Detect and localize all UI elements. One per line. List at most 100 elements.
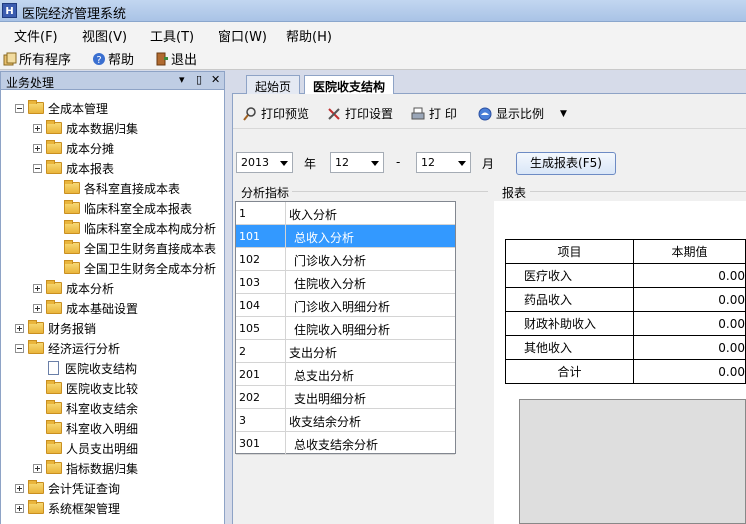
tree-node[interactable]: 成本报表: [33, 159, 114, 177]
collapse-icon[interactable]: [33, 163, 42, 173]
expand-icon[interactable]: [15, 483, 24, 493]
menu-file[interactable]: 文件(F): [14, 26, 58, 45]
indicator-row[interactable]: 2 支出分析: [236, 340, 455, 363]
collapse-icon[interactable]: [15, 103, 24, 113]
tree-node[interactable]: 财务报销: [15, 319, 96, 337]
indicator-row[interactable]: 301 总收支结余分析: [236, 432, 455, 455]
month-to-select[interactable]: 12: [416, 152, 471, 173]
tree-node[interactable]: 会计凭证查询: [15, 479, 120, 497]
expand-icon[interactable]: [15, 323, 24, 333]
chevron-down-icon: [280, 161, 288, 166]
indicator-row[interactable]: 105 住院收入明细分析: [236, 317, 455, 340]
menu-tools[interactable]: 工具(T): [150, 26, 194, 45]
zoom-label: 显示比例: [496, 107, 545, 121]
indicator-row[interactable]: 101 总收入分析: [236, 225, 455, 248]
folder-icon: [28, 480, 44, 494]
panel-close-icon[interactable]: ✕: [211, 73, 220, 86]
indicator-row[interactable]: 102 门诊收入分析: [236, 248, 455, 271]
tree-node[interactable]: 经济运行分析: [15, 339, 120, 357]
report-value-cell: 0.00: [633, 311, 746, 336]
exit-label: 退出: [171, 53, 198, 68]
tree-node[interactable]: 成本分析: [33, 279, 114, 297]
business-tree: 全成本管理成本数据归集 成本分摊成本报表各科室直接成本表 临床科室全成本报表临床科室…: [0, 90, 225, 524]
folder-icon: [64, 240, 80, 254]
tree-node[interactable]: 成本基础设置: [33, 299, 138, 317]
menu-view[interactable]: 视图(V): [82, 26, 127, 45]
exit-button[interactable]: 退出: [155, 49, 197, 68]
tree-node[interactable]: 成本数据归集: [33, 119, 138, 137]
generate-report-button[interactable]: 生成报表(F5): [516, 152, 616, 175]
menu-window[interactable]: 窗口(W): [218, 26, 267, 45]
menu-help[interactable]: 帮助(H): [286, 26, 332, 45]
zoom-dropdown-icon[interactable]: ▼: [560, 109, 567, 119]
menu-bar: 文件(F) 视图(V) 工具(T) 窗口(W) 帮助(H): [0, 22, 746, 46]
indicator-row[interactable]: 202 支出明细分析: [236, 386, 455, 409]
indicator-row[interactable]: 104 门诊收入明细分析: [236, 294, 455, 317]
year-select[interactable]: 2013: [236, 152, 293, 173]
year-value: 2013: [241, 156, 269, 169]
indicator-row[interactable]: 201 总支出分析: [236, 363, 455, 386]
tree-node[interactable]: 各科室直接成本表: [64, 179, 180, 197]
indicator-code: 104: [236, 294, 286, 317]
collapse-icon[interactable]: [15, 343, 24, 353]
folder-icon: [28, 340, 44, 354]
expand-icon[interactable]: [33, 123, 42, 133]
print-button[interactable]: 打 印: [411, 105, 457, 122]
column-header-item: 项目: [505, 239, 634, 264]
report-value-cell: 0.00: [633, 359, 746, 384]
tree-node[interactable]: 医院收支结构: [46, 359, 137, 377]
report-preview-area: [519, 399, 746, 524]
tree-node[interactable]: 科室收入明细: [46, 419, 138, 437]
panel-dropdown-icon[interactable]: ▾: [179, 73, 185, 86]
tree-node-label: 会计凭证查询: [48, 481, 121, 496]
programs-icon: [3, 52, 17, 65]
tab-hospital-income-structure[interactable]: 医院收支结构: [304, 75, 395, 95]
tree-node[interactable]: 全国卫生财务全成本分析: [64, 259, 216, 277]
folder-icon: [46, 280, 62, 294]
report-item-cell: 医疗收入: [505, 263, 634, 288]
indicator-name: 支出分析: [289, 346, 338, 360]
indicator-row[interactable]: 103 住院收入分析: [236, 271, 455, 294]
expand-icon[interactable]: [33, 143, 42, 153]
print-preview-button[interactable]: 打印预览: [243, 105, 309, 122]
expand-icon[interactable]: [15, 503, 24, 513]
tree-node[interactable]: 人员支出明细: [46, 439, 138, 457]
help-label: 帮助: [108, 53, 135, 68]
tree-node[interactable]: 临床科室全成本构成分析: [64, 219, 216, 237]
tree-node[interactable]: 全国卫生财务直接成本表: [64, 239, 216, 257]
tree-node-label: 系统框架管理: [48, 501, 121, 516]
folder-icon: [64, 200, 80, 214]
report-value-cell: 0.00: [633, 263, 746, 288]
indicator-name: 门诊收入分析: [294, 254, 367, 268]
tree-node[interactable]: 全成本管理: [15, 99, 108, 117]
month-from-value: 12: [335, 156, 349, 169]
print-setup-button[interactable]: 打印设置: [327, 105, 393, 122]
tree-node[interactable]: 指标数据归集: [33, 459, 138, 477]
tree-node[interactable]: 临床科室全成本报表: [64, 199, 192, 217]
tree-node[interactable]: 医院收支比较: [46, 379, 138, 397]
tree-node[interactable]: 科室收支结余: [46, 399, 138, 417]
print-setup-label: 打印设置: [345, 107, 394, 121]
tree-node-label: 全国卫生财务全成本分析: [84, 261, 217, 276]
indicator-name: 总支出分析: [294, 369, 355, 383]
tools-icon: [328, 107, 340, 120]
panel-pin-icon[interactable]: ▯: [196, 73, 202, 86]
month-from-select[interactable]: 12: [330, 152, 384, 173]
expand-icon[interactable]: [33, 283, 42, 293]
indicator-row[interactable]: 3 收支结余分析: [236, 409, 455, 432]
folder-icon: [46, 420, 62, 434]
report-item-cell: 其他收入: [505, 335, 634, 360]
tab-start-page[interactable]: 起始页: [246, 75, 301, 94]
expand-icon[interactable]: [33, 303, 42, 313]
report-header-row: 项目 本期值: [505, 239, 746, 264]
folder-icon: [28, 100, 44, 114]
all-programs-button[interactable]: 所有程序: [3, 49, 71, 68]
expand-icon[interactable]: [33, 463, 42, 473]
tree-node[interactable]: 成本分摊: [33, 139, 114, 157]
tree-node-label: 医院收支结构: [65, 361, 138, 376]
tree-node[interactable]: 系统框架管理: [15, 499, 120, 517]
indicator-row[interactable]: 1 收入分析: [236, 202, 455, 225]
help-button[interactable]: ? 帮助: [92, 49, 134, 68]
print-preview-label: 打印预览: [261, 107, 310, 121]
zoom-button[interactable]: 显示比例 ▼: [478, 105, 567, 122]
